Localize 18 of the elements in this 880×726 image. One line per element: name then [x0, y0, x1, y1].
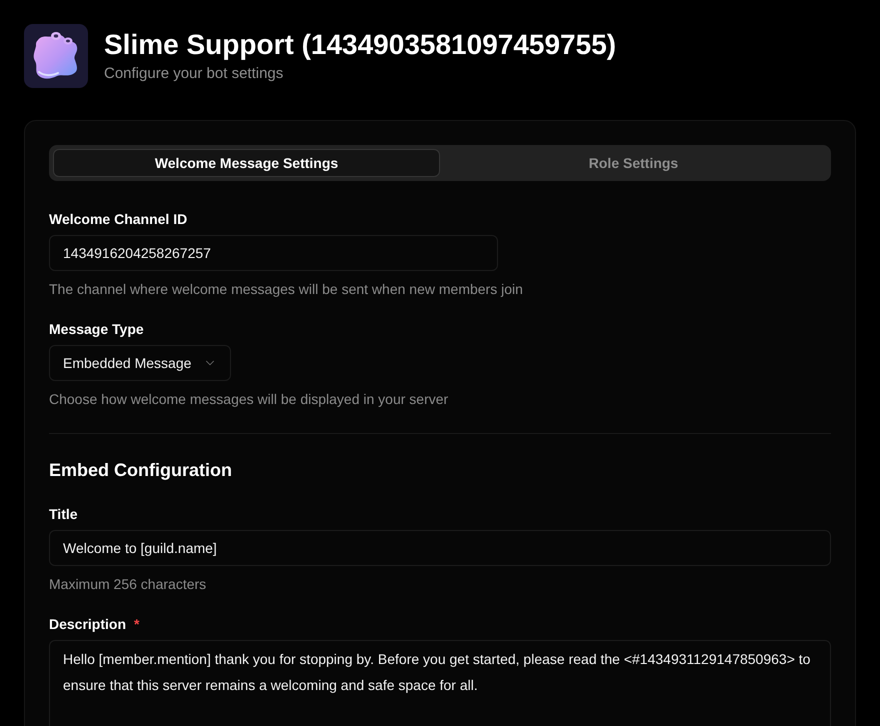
required-asterisk: *	[134, 615, 140, 634]
helper-text: Choose how welcome messages will be displayed in your server	[49, 390, 450, 409]
helper-text: Maximum 256 characters	[49, 575, 208, 594]
slime-blob-icon	[24, 24, 88, 88]
settings-tab[interactable]: Role Settings	[440, 149, 827, 177]
description-textarea[interactable]: Hello [member.mention] thank you for stopping by. Before you get started, please read the <#1434931129147850963> to ensure that this server remains a welcoming and safe space for all.	[49, 640, 831, 726]
page-subtitle: Configure your bot settings	[104, 64, 284, 84]
field-label: Welcome Channel ID	[49, 210, 188, 229]
bot-title: Slime Support (1434903581097459755)	[104, 28, 616, 62]
field-label: Description	[49, 615, 126, 634]
text-input-field[interactable]: Welcome to [guild.name]	[49, 530, 831, 566]
field-label: Message Type	[49, 320, 144, 339]
helper-text: The channel where welcome messages will be sent when new members join	[49, 280, 524, 299]
section-heading: Embed Configuration	[49, 459, 233, 482]
settings-tab[interactable]: Welcome Message Settings	[53, 149, 440, 177]
field-label: Title	[49, 505, 78, 524]
text-input-field[interactable]: 1434916204258267257	[49, 235, 498, 271]
message-type-select[interactable]: Embedded Message	[49, 345, 232, 381]
